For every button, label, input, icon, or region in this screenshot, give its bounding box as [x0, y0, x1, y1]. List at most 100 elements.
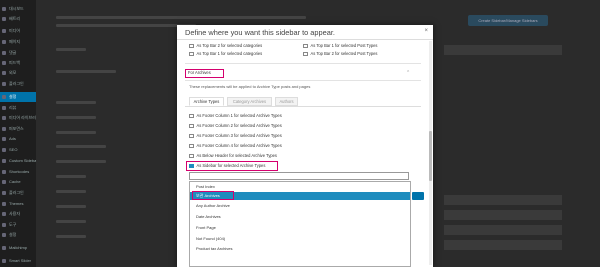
- manage-sidebars-button[interactable]: Create Sidebar/Manage Sidebars: [468, 15, 548, 26]
- checkbox[interactable]: [189, 153, 194, 159]
- sidebar-item[interactable]: 리뷰: [0, 103, 36, 113]
- sidebar-item[interactable]: Themes: [0, 199, 36, 209]
- menu-icon: [2, 127, 6, 131]
- widget-panel: [444, 45, 562, 55]
- for-archives-section-toggle[interactable]: For Archives: [185, 69, 224, 78]
- sidebar-item[interactable]: Smart Slider: [0, 256, 36, 266]
- sidebar-item-label: Shortcodes: [9, 169, 30, 174]
- sidebar-item[interactable]: SEO: [0, 145, 36, 155]
- dropdown-option[interactable]: Front Page: [196, 224, 216, 232]
- tab-authors[interactable]: Authors: [275, 97, 298, 106]
- sidebar-item-label: 설정: [9, 94, 17, 99]
- sidebar-item[interactable]: 도구: [0, 220, 36, 230]
- menu-icon: [2, 17, 6, 21]
- sidebar-item[interactable]: Shortcodes: [0, 167, 36, 177]
- menu-icon: [2, 159, 6, 163]
- top-bar-2-categories-option[interactable]: As Top Bar 2 for selected categories: [189, 42, 262, 49]
- below-header-option[interactable]: As Below Header for selected Archive Typ…: [189, 152, 277, 159]
- footer-column-4-option[interactable]: As Footer Column 4 for selected Archive …: [189, 142, 282, 149]
- dropdown-option[interactable]: Post Index: [196, 183, 215, 191]
- sidebar-item-label: Cache: [9, 179, 21, 184]
- sidebar-item[interactable]: 피드백: [0, 58, 36, 68]
- dropdown-option[interactable]: Not Found (404): [196, 235, 225, 243]
- sidebar-item[interactable]: 설정: [0, 92, 36, 102]
- sidebar-item[interactable]: 미디어: [0, 26, 36, 36]
- sidebar-item[interactable]: 플러그인: [0, 79, 36, 89]
- menu-icon: [2, 51, 6, 55]
- chevron-up-icon[interactable]: ⌃: [406, 70, 410, 76]
- sidebar-item-label: 외모: [9, 70, 17, 75]
- sidebar-item[interactable]: 댓글: [0, 48, 36, 58]
- sidebar-item-label: Smart Slider: [9, 258, 32, 263]
- table-row: [56, 145, 106, 148]
- sidebar-item-label: 플러그인: [9, 81, 24, 86]
- menu-icon: [2, 212, 6, 216]
- footer-column-1-option[interactable]: As Footer Column 1 for selected Archive …: [189, 112, 282, 119]
- sidebar-item-label: 미디어: [9, 28, 21, 33]
- scrollbar-thumb[interactable]: [429, 131, 432, 181]
- widget-panel: [444, 210, 562, 220]
- sidebar-item-label: 배트리: [9, 16, 21, 21]
- archive-types-dropdown: Post Index 보관 Archives Any Author Archiv…: [189, 181, 411, 267]
- sidebar-item[interactable]: Custom Sidebars: [0, 156, 36, 166]
- menu-icon: [2, 148, 6, 152]
- modal-scrollbar[interactable]: [429, 41, 432, 265]
- sidebar-item[interactable]: 배트리: [0, 14, 36, 24]
- notice-line: [56, 24, 196, 27]
- top-bar-1-post-types-option[interactable]: As Top Bar 1 for selected Post Types: [303, 42, 377, 49]
- checkbox[interactable]: [303, 43, 308, 49]
- divider: [177, 39, 433, 40]
- checkbox[interactable]: [189, 51, 194, 57]
- close-icon[interactable]: ×: [424, 28, 428, 34]
- sidebar-item-label: 페이지: [9, 39, 21, 44]
- sidebar-item-label: 사용자: [9, 211, 21, 216]
- menu-icon: [2, 40, 6, 44]
- sidebar-item-label: SEO: [9, 147, 18, 152]
- top-bar-1-categories-option[interactable]: As Top Bar 1 for selected categories: [189, 50, 262, 57]
- sidebar-item[interactable]: 설정: [0, 230, 36, 240]
- sidebar-item-label: 피드백: [9, 60, 21, 65]
- heading-line: [56, 48, 86, 51]
- sidebar-item[interactable]: 대시보드: [0, 4, 36, 14]
- sidebar-item[interactable]: Cache: [0, 177, 36, 187]
- sidebar-item-label: 리뷰: [9, 105, 17, 110]
- archive-types-select[interactable]: [189, 172, 409, 180]
- tab-archive-types[interactable]: Archive Types: [189, 97, 224, 106]
- menu-icon: [2, 71, 6, 75]
- sidebar-item-label: 퍼포먼스: [9, 126, 24, 131]
- annotation-highlight: [186, 161, 278, 171]
- sidebar-item[interactable]: 페이지: [0, 37, 36, 47]
- dropdown-option[interactable]: Product tax Archives: [196, 245, 232, 253]
- divider: [185, 63, 421, 64]
- footer-column-3-option[interactable]: As Footer Column 3 for selected Archive …: [189, 132, 282, 139]
- sidebar-item[interactable]: 사용자: [0, 209, 36, 219]
- top-bar-2-post-types-option[interactable]: As Top Bar 2 for selected Post Types: [303, 50, 377, 57]
- sidebar-item-label: 플러그인: [9, 190, 24, 195]
- table-row: [56, 175, 86, 178]
- menu-icon: [2, 223, 6, 227]
- dropdown-option[interactable]: Any Author Archive: [196, 202, 230, 210]
- action-button[interactable]: [412, 192, 424, 200]
- sidebar-item-label: 미디어 라이브러리: [9, 115, 36, 120]
- footer-column-2-option[interactable]: As Footer Column 2 for selected Archive …: [189, 122, 282, 129]
- checkbox[interactable]: [189, 43, 194, 49]
- dropdown-option[interactable]: Date Archives: [196, 213, 221, 221]
- sidebar-item[interactable]: 퍼포먼스: [0, 124, 36, 134]
- menu-icon: [2, 246, 6, 250]
- sidebar-item-label: 도구: [9, 222, 17, 227]
- table-row: [56, 205, 86, 208]
- checkbox[interactable]: [189, 123, 194, 129]
- sidebar-item[interactable]: Mailchimp: [0, 243, 36, 253]
- checkbox[interactable]: [189, 133, 194, 139]
- sidebar-item[interactable]: 외모: [0, 68, 36, 78]
- sidebar-item[interactable]: 플러그인: [0, 188, 36, 198]
- modal-title: Define where you want this sidebar to ap…: [185, 28, 335, 37]
- sidebar-item[interactable]: 미디어 라이브러리: [0, 113, 36, 123]
- tab-category-archives[interactable]: Category Archives: [227, 97, 272, 106]
- checkbox[interactable]: [303, 51, 308, 57]
- table-row: [56, 190, 86, 193]
- checkbox[interactable]: [189, 143, 194, 149]
- sidebar-item[interactable]: Ads: [0, 134, 36, 144]
- widget-panel: [444, 195, 562, 205]
- checkbox[interactable]: [189, 113, 194, 119]
